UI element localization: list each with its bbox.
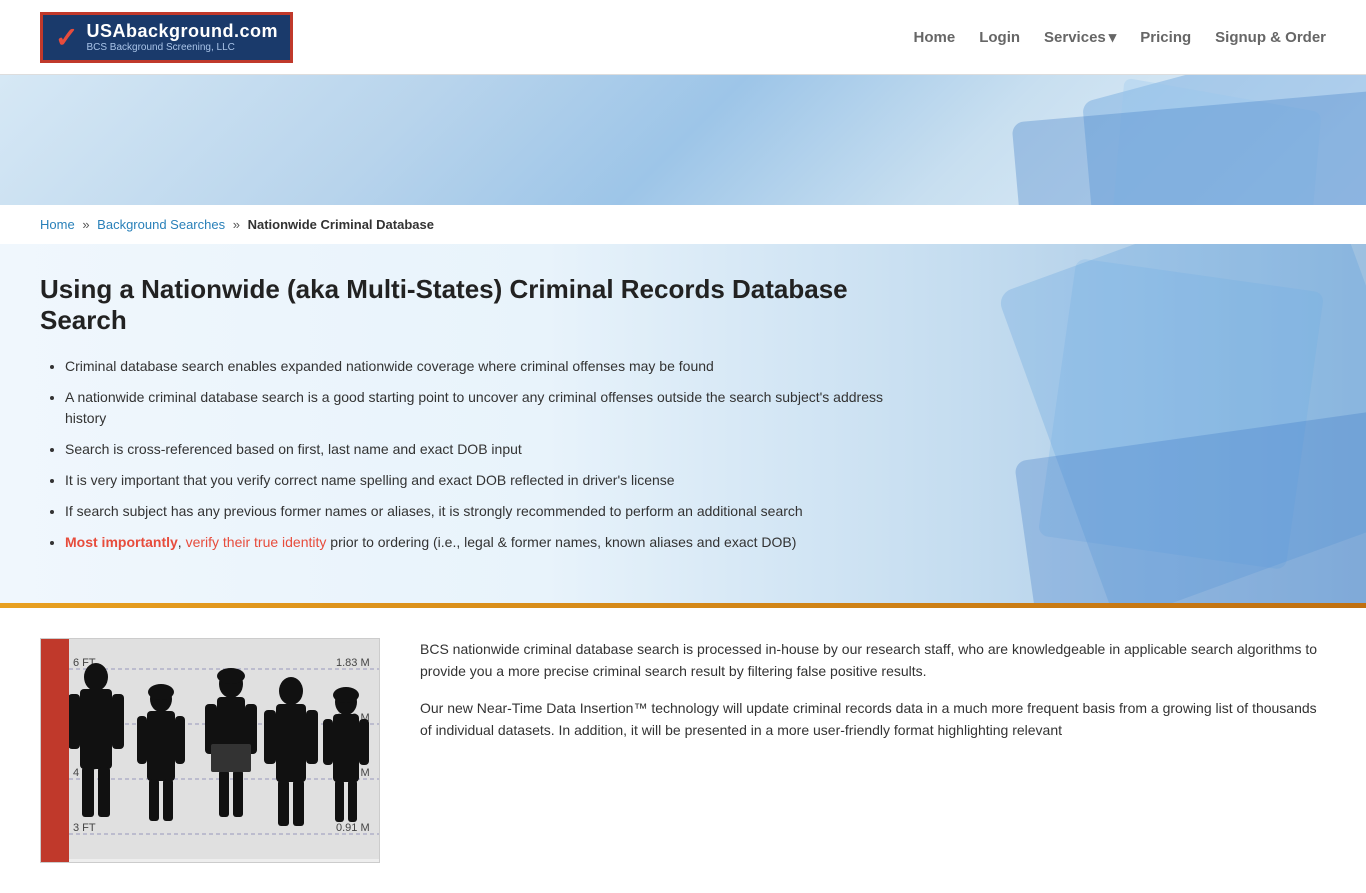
breadcrumb-separator-1: » — [82, 217, 89, 232]
paragraph-2: Our new Near-Time Data Insertion™ techno… — [420, 697, 1326, 742]
list-item: Criminal database search enables expande… — [65, 356, 910, 377]
nav-login[interactable]: Login — [979, 29, 1020, 46]
header: ✓ USAbackground.com BCS Background Scree… — [0, 0, 1366, 75]
svg-text:3 FT: 3 FT — [73, 822, 96, 834]
mugshot-image: 6 FT 1.83 M 5 FT 1.52 M 4 FT 1.22 M 3 FT… — [40, 638, 380, 863]
last-bullet-suffix: prior to ordering (i.e., legal & former … — [326, 534, 796, 550]
logo-checkmark-icon: ✓ — [55, 21, 78, 54]
list-item-last: Most importantly, verify their true iden… — [65, 532, 910, 553]
mugshot-svg: 6 FT 1.83 M 5 FT 1.52 M 4 FT 1.22 M 3 FT… — [41, 639, 380, 859]
nav-signup[interactable]: Signup & Order — [1215, 29, 1326, 46]
breadcrumb-background-searches[interactable]: Background Searches — [97, 217, 225, 232]
page-title: Using a Nationwide (aka Multi-States) Cr… — [40, 274, 940, 336]
content-hero: Using a Nationwide (aka Multi-States) Cr… — [0, 244, 1366, 603]
nav-services[interactable]: Services ▾ — [1044, 28, 1116, 46]
nav-pricing[interactable]: Pricing — [1140, 29, 1191, 46]
logo-main-text: USAbackground.com — [86, 21, 278, 42]
list-item: It is very important that you verify cor… — [65, 470, 910, 491]
breadcrumb-home[interactable]: Home — [40, 217, 75, 232]
verify-identity-link[interactable]: verify their true identity — [186, 534, 327, 550]
svg-text:1.83 M: 1.83 M — [336, 657, 370, 669]
logo-box: ✓ USAbackground.com BCS Background Scree… — [40, 12, 293, 63]
hero-shapes — [866, 75, 1366, 205]
list-item: If search subject has any previous forme… — [65, 501, 910, 522]
list-item: Search is cross-referenced based on firs… — [65, 439, 910, 460]
breadcrumb: Home » Background Searches » Nationwide … — [40, 217, 1326, 232]
logo-sub-text: BCS Background Screening, LLC — [86, 42, 278, 53]
nav-wrapper: Home Login Services ▾ Pricing Signup & O… — [914, 28, 1326, 46]
nav-home[interactable]: Home — [914, 29, 956, 46]
breadcrumb-current: Nationwide Criminal Database — [248, 217, 434, 232]
mugshot-red-panel — [41, 639, 69, 862]
lower-content: 6 FT 1.83 M 5 FT 1.52 M 4 FT 1.22 M 3 FT… — [0, 608, 1366, 893]
most-importantly-text: Most importantly — [65, 534, 178, 550]
chevron-down-icon: ▾ — [1109, 28, 1117, 46]
hero-banner — [0, 75, 1366, 205]
svg-text:0.91 M: 0.91 M — [336, 822, 370, 834]
comma-separator: , — [178, 534, 186, 550]
list-item: A nationwide criminal database search is… — [65, 387, 910, 429]
logo-area: ✓ USAbackground.com BCS Background Scree… — [40, 12, 293, 63]
paragraph-1: BCS nationwide criminal database search … — [420, 638, 1326, 683]
breadcrumb-separator-2: » — [233, 217, 240, 232]
logo-text-area: USAbackground.com BCS Background Screeni… — [86, 21, 278, 53]
bullet-list: Criminal database search enables expande… — [40, 356, 910, 553]
right-text: BCS nationwide criminal database search … — [420, 638, 1326, 863]
breadcrumb-area: Home » Background Searches » Nationwide … — [0, 205, 1366, 244]
nav-services-label: Services — [1044, 29, 1106, 46]
content-hero-shapes — [916, 244, 1366, 603]
